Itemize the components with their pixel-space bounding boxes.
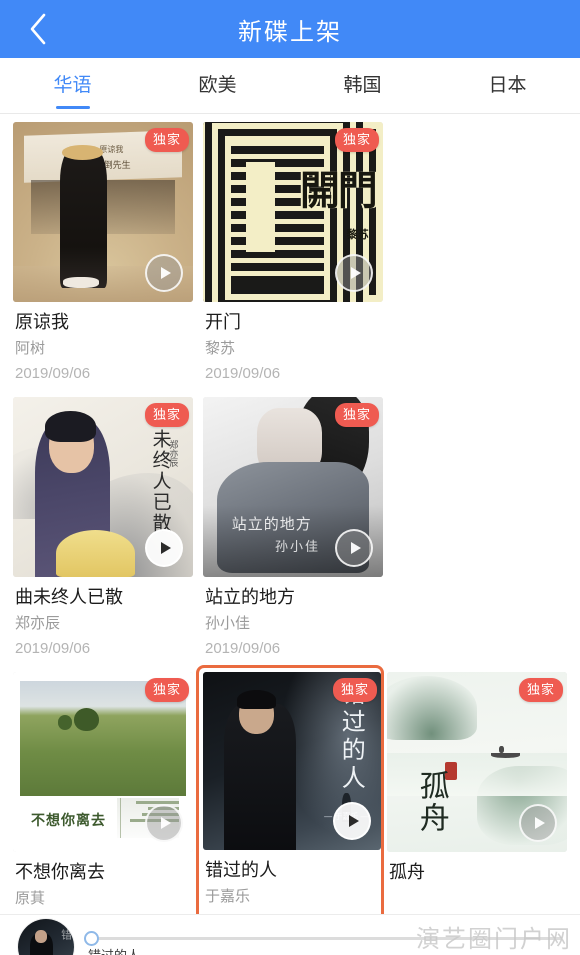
album-cover[interactable]: 原谅我 C.Y倒先生 独家 [13,122,193,302]
back-button[interactable] [14,0,62,58]
album-title: 原谅我 [15,312,69,332]
album-title: 不想你离去 [15,862,105,882]
tab-korean[interactable]: 韩国 [290,58,435,113]
album-cover[interactable]: 不想你离去 独家 [13,672,193,852]
tab-active-indicator [201,106,235,109]
play-triangle-icon [160,542,171,554]
album-meta: 开门 黎苏 2019/09/06 [203,302,383,385]
tab-japanese[interactable]: 日本 [435,58,580,113]
exclusive-badge: 独家 [144,403,189,427]
album-title: 错过的人 [205,860,277,880]
exclusive-badge: 独家 [334,128,379,152]
play-button[interactable] [145,254,183,292]
album-artist: 郑亦辰 [15,615,61,632]
album-cover[interactable]: 曲未终人已散 郑亦辰 独家 [13,397,193,577]
album-card[interactable]: 不想你离去 独家 不想你离去 原萁 2019/09/06 [13,672,193,935]
album-meta: 原谅我 阿树 2019/09/06 [13,302,193,385]
mini-player-bar[interactable]: 错 错过的人 演艺圈门户网 [0,914,580,955]
album-artist: 黎苏 [205,340,236,357]
exclusive-badge: 独家 [334,403,379,427]
app-header: 新碟上架 [0,0,580,58]
category-tab-bar: 华语 欧美 韩国 日本 [0,58,580,114]
album-artist: 于嘉乐 [205,888,251,905]
artwork-text: 黎苏 [346,229,369,242]
page-title: 新碟上架 [238,18,342,46]
exclusive-badge: 独家 [518,678,563,702]
artwork-text: 孤舟 [414,770,448,834]
exclusive-badge: 独家 [144,128,189,152]
progress-knob[interactable] [84,931,99,946]
album-card[interactable]: 原谅我 C.Y倒先生 独家 原谅我 阿树 2019/09/06 [13,122,193,385]
album-artist: 孙小佳 [205,615,251,632]
artwork-text: 開門 [299,169,378,214]
play-button[interactable] [335,254,373,292]
album-grid: 原谅我 C.Y倒先生 独家 原谅我 阿树 2019/09/06 開門 黎苏 独家… [0,114,580,955]
exclusive-badge: 独家 [332,678,377,702]
tab-label: 欧美 [198,74,237,96]
album-artist: 阿树 [15,340,46,357]
album-card[interactable]: 曲未终人已散 郑亦辰 独家 曲未终人已散 郑亦辰 2019/09/06 [13,397,193,660]
play-triangle-icon [348,815,359,827]
album-meta: 站立的地方 孙小佳 2019/09/06 [203,577,383,660]
artwork-text: 原谅我 [99,144,124,154]
artwork-text: 不想你离去 [31,812,106,829]
play-button[interactable] [335,529,373,567]
playback-progress-slider[interactable] [84,931,562,946]
album-cover[interactable]: 错过的人 — 于嘉乐 — 独家 [203,672,381,850]
album-card[interactable]: 站立的地方 孙小佳 独家 站立的地方 孙小佳 2019/09/06 [203,397,383,660]
player-cover-text: 错 [59,929,72,941]
album-title: 站立的地方 [205,587,295,607]
tab-label: 华语 [53,74,92,96]
tab-western[interactable]: 欧美 [145,58,290,113]
app-screen: 新碟上架 华语 欧美 韩国 日本 原谅我 C.Y倒先生 独家 原谅我 阿树 20… [0,0,580,955]
album-meta: 孤舟 [387,852,567,884]
player-album-cover[interactable]: 错 [18,919,74,955]
tab-active-indicator [55,106,90,109]
album-date: 2019/09/06 [15,365,91,382]
album-date: 2019/09/06 [205,640,281,657]
play-button[interactable] [145,804,183,842]
play-triangle-icon [350,542,361,554]
play-triangle-icon [534,817,545,829]
tab-active-indicator [346,106,380,109]
tab-chinese[interactable]: 华语 [0,58,145,113]
album-title: 开门 [205,312,241,332]
album-date: 2019/09/06 [205,365,281,382]
album-date: 2019/09/06 [15,640,91,657]
artwork-text: 站立的地方 [231,515,312,533]
album-title: 孤舟 [389,862,425,882]
play-button[interactable] [333,802,371,840]
play-triangle-icon [350,267,361,279]
album-artist: 原萁 [15,890,46,907]
chevron-left-icon [27,12,49,46]
album-card[interactable]: 開門 黎苏 独家 开门 黎苏 2019/09/06 [203,122,383,385]
exclusive-badge: 独家 [144,678,189,702]
artwork-text: 郑亦辰 [168,440,179,468]
play-button[interactable] [519,804,557,842]
album-title: 曲未终人已散 [15,587,123,607]
tab-label: 韩国 [343,74,382,96]
player-song-title: 错过的人 [88,945,140,955]
album-cover[interactable]: 站立的地方 孙小佳 独家 [203,397,383,577]
tab-active-indicator [491,106,525,109]
tab-label: 日本 [488,74,527,96]
play-triangle-icon [160,267,171,279]
play-triangle-icon [160,817,171,829]
album-meta: 曲未终人已散 郑亦辰 2019/09/06 [13,577,193,660]
album-card-selected[interactable]: 错过的人 — 于嘉乐 — 独家 错过的人 于嘉乐 2019/09/06 [196,665,384,942]
album-card[interactable]: 孤舟 独家 孤舟 [387,672,567,935]
play-button[interactable] [145,529,183,567]
album-cover[interactable]: 開門 黎苏 独家 [203,122,383,302]
album-cover[interactable]: 孤舟 独家 [387,672,567,852]
artwork-text: 孙小佳 [275,539,321,555]
